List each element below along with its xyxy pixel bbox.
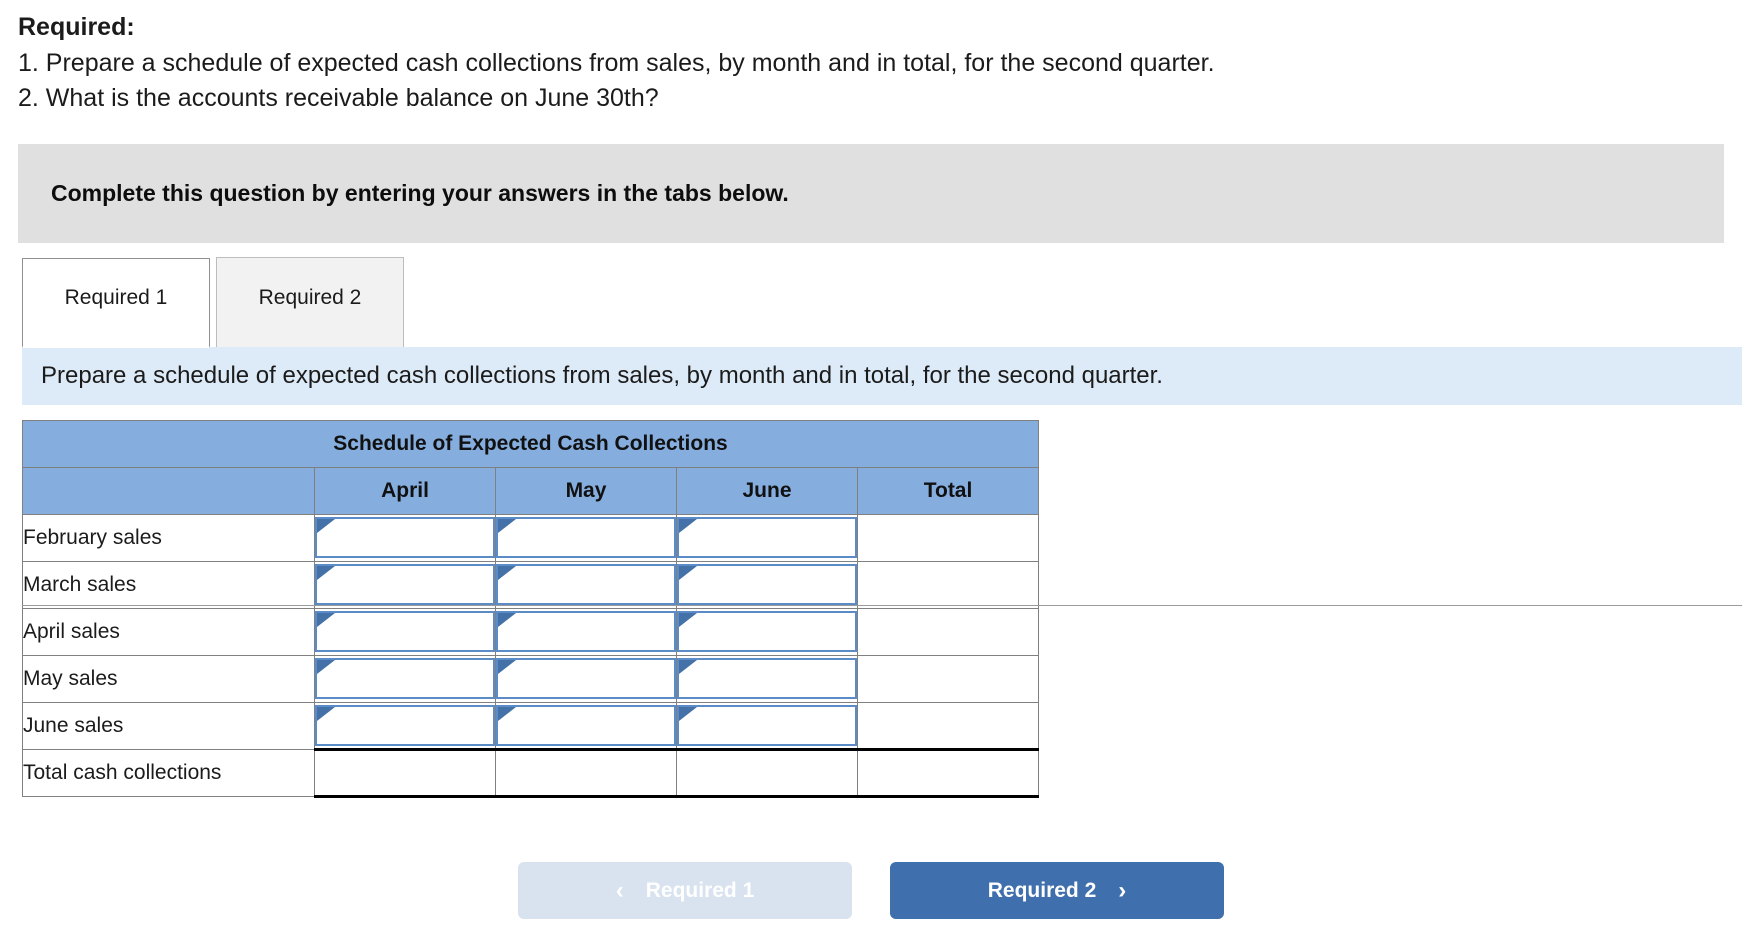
cell-june-april[interactable]: [314, 701, 496, 750]
input-june-may[interactable]: [496, 704, 676, 746]
input-april-may[interactable]: [496, 611, 676, 652]
cell-april-april[interactable]: [314, 607, 496, 656]
schedule-table: Schedule of Expected Cash Collections Ap…: [21, 419, 1040, 798]
input-february-april[interactable]: [315, 517, 495, 558]
prev-required-1-label: Required 1: [645, 878, 755, 902]
sub-instruction-text: Prepare a schedule of expected cash coll…: [41, 361, 1163, 389]
row-label-may-sales: May sales: [22, 654, 315, 703]
cell-february-april[interactable]: [314, 513, 496, 562]
input-march-june[interactable]: [677, 564, 857, 605]
cell-april-may[interactable]: [495, 607, 677, 656]
cell-february-june[interactable]: [676, 513, 858, 562]
header-april: April: [314, 466, 496, 515]
input-april-june[interactable]: [677, 611, 857, 652]
table-header-row: April May June Total: [22, 466, 1040, 515]
tab-required-2-label: Required 2: [258, 286, 362, 309]
input-may-june[interactable]: [677, 658, 857, 699]
input-may-may[interactable]: [496, 658, 676, 699]
input-march-may[interactable]: [496, 564, 676, 605]
row-label-total-cash-collections: Total cash collections: [22, 748, 315, 797]
cell-march-june[interactable]: [676, 560, 858, 609]
cell-march-april[interactable]: [314, 560, 496, 609]
cell-april-total: [856, 607, 1040, 656]
required-item-2: 2. What is the accounts receivable balan…: [18, 84, 659, 112]
chevron-right-icon: ›: [1118, 876, 1127, 904]
schedule-table-title: Schedule of Expected Cash Collections: [21, 419, 1040, 468]
tab-required-2[interactable]: Required 2: [216, 256, 404, 347]
cell-total-april: [314, 747, 496, 798]
table-row: March sales: [22, 560, 1040, 609]
tab-navigation-footer: ‹ Required 1 Required 2 ›: [0, 862, 1742, 919]
row-label-february-sales: February sales: [22, 513, 315, 562]
tab-bar-divider: [22, 604, 1742, 606]
required-item-1: 1. Prepare a schedule of expected cash c…: [18, 48, 1215, 77]
next-required-2-label: Required 2: [987, 878, 1097, 902]
table-title-row: Schedule of Expected Cash Collections: [21, 419, 1040, 468]
schedule-table-wrapper: Schedule of Expected Cash Collections Ap…: [21, 419, 1742, 798]
table-row: April sales: [22, 607, 1040, 656]
header-corner-cell: [22, 466, 315, 515]
cell-june-total: [856, 701, 1040, 750]
input-june-june[interactable]: [677, 704, 857, 746]
input-april-april[interactable]: [315, 611, 495, 652]
input-february-june[interactable]: [677, 517, 857, 558]
cell-june-may[interactable]: [495, 701, 677, 750]
table-row: February sales: [22, 513, 1040, 562]
cell-june-june[interactable]: [676, 701, 858, 750]
table-row: May sales: [22, 654, 1040, 703]
cell-february-total: [856, 513, 1040, 562]
required-heading: Required:: [18, 13, 135, 41]
cell-march-total: [856, 560, 1040, 609]
chevron-left-icon: ‹: [615, 876, 624, 904]
input-june-april[interactable]: [315, 704, 495, 746]
instruction-banner: Complete this question by entering your …: [18, 143, 1724, 243]
cell-may-total: [856, 654, 1040, 703]
required-prompt: Required: 1. Prepare a schedule of expec…: [0, 0, 1742, 117]
cell-may-june[interactable]: [676, 654, 858, 703]
cell-april-june[interactable]: [676, 607, 858, 656]
cell-total-total: [856, 747, 1040, 798]
next-required-2-button[interactable]: Required 2 ›: [890, 862, 1224, 919]
cell-total-june: [676, 747, 858, 798]
header-total: Total: [856, 466, 1040, 515]
input-may-april[interactable]: [315, 658, 495, 699]
row-label-april-sales: April sales: [22, 607, 315, 656]
prev-required-1-button[interactable]: ‹ Required 1: [518, 862, 852, 919]
row-label-march-sales: March sales: [22, 560, 315, 609]
input-february-may[interactable]: [496, 517, 676, 558]
header-may: May: [495, 466, 677, 515]
row-label-june-sales: June sales: [22, 701, 315, 750]
table-row-total: Total cash collections: [22, 747, 1040, 798]
tab-bar: Required 1 Required 2: [22, 256, 1742, 606]
table-row: June sales: [22, 701, 1040, 750]
cell-march-may[interactable]: [495, 560, 677, 609]
cell-total-may: [495, 747, 677, 798]
cell-february-may[interactable]: [495, 513, 677, 562]
sub-instruction-bar: Prepare a schedule of expected cash coll…: [22, 346, 1742, 405]
cell-may-april[interactable]: [314, 654, 496, 703]
tab-required-1[interactable]: Required 1: [22, 257, 210, 348]
instruction-banner-text: Complete this question by entering your …: [51, 179, 789, 206]
input-march-april[interactable]: [315, 564, 495, 605]
header-june: June: [676, 466, 858, 515]
question-page: Required: 1. Prepare a schedule of expec…: [0, 0, 1742, 936]
cell-may-may[interactable]: [495, 654, 677, 703]
tab-required-1-label: Required 1: [64, 286, 168, 309]
